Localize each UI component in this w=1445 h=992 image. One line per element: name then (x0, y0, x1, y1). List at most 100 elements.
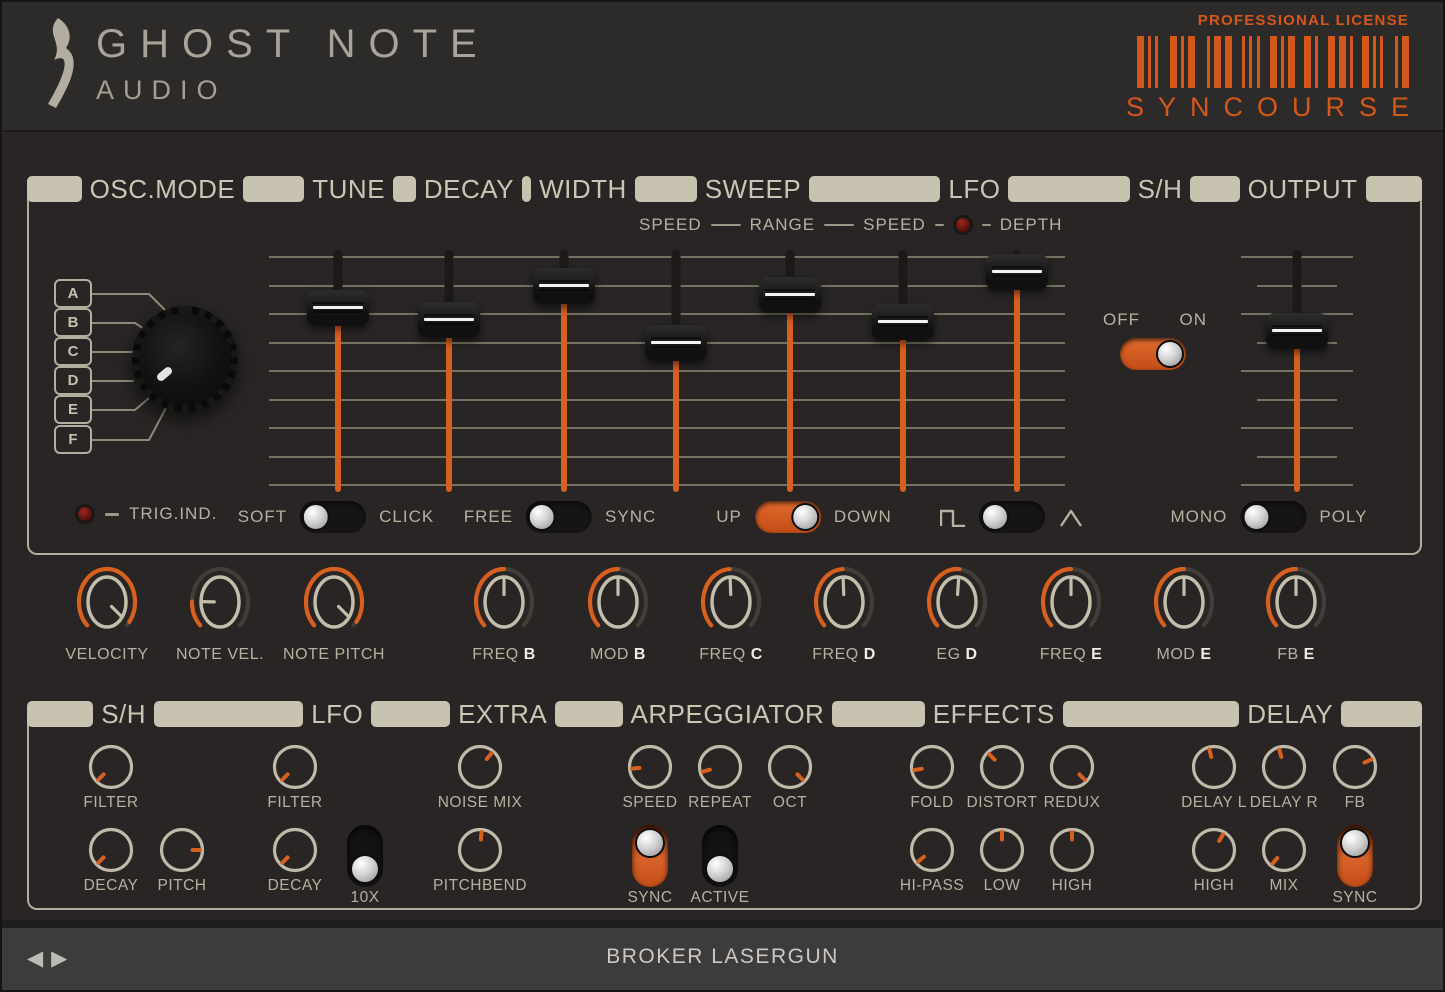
preset-name[interactable]: BROKER LASERGUN (2, 945, 1443, 969)
toggle-thumb[interactable] (302, 503, 330, 531)
toggle-thumb[interactable] (981, 503, 1009, 531)
title-bar: GHOST NOTE AUDIO PROFESSIONAL LICENSE SY… (2, 2, 1443, 132)
toggle-group-sweep-direction: UPDOWN (716, 500, 891, 534)
vtoggle-10x[interactable] (347, 825, 383, 887)
sublabel-depth: DEPTH (1000, 215, 1063, 235)
fader-handle-lfo-speed[interactable] (872, 304, 934, 340)
fader-handle-tune[interactable] (307, 290, 369, 326)
fader-decay (418, 242, 480, 492)
barcode-bar (1207, 36, 1210, 88)
fader-handle-groove (1272, 334, 1322, 336)
knob-pitch[interactable]: PITCH (127, 825, 237, 895)
fader-handle-sweep-speed[interactable] (645, 325, 707, 361)
barcode-bar (1148, 36, 1151, 88)
knob-eg-d[interactable]: EGD (905, 560, 1009, 664)
control-label-noise-mix: NOISE MIX (425, 794, 535, 812)
fader-handle-line (992, 270, 1042, 273)
knob-fb-e[interactable]: FBE (1244, 560, 1348, 664)
trig-led (75, 504, 95, 524)
knob-pitchbend[interactable]: PITCHBEND (425, 825, 535, 895)
fader-track (1014, 272, 1020, 492)
panel1-section-header: OSC.MODETUNEDECAYWIDTHSWEEPLFOS/HOUTPUT (27, 174, 1422, 204)
toggle-10x[interactable]: 10X (310, 825, 420, 907)
toggle-sync[interactable]: SYNC (1300, 825, 1410, 907)
toggle-label-click: CLICK (379, 507, 434, 527)
toggle-thumb[interactable] (528, 503, 556, 531)
toggle-lfo-wave[interactable] (979, 501, 1045, 533)
barcode-bar (1155, 36, 1158, 88)
toggle-soft-click[interactable] (300, 501, 366, 533)
knob-oct[interactable]: OCT (735, 742, 845, 812)
knob-fb[interactable]: FB (1300, 742, 1410, 812)
section-tape-block (154, 701, 303, 727)
knob-label-eg-d: EGD (905, 646, 1009, 664)
fader-handle-sweep-range[interactable] (759, 277, 821, 313)
osc-mode-cell-e[interactable]: E (54, 395, 92, 424)
toggle-mono-poly[interactable] (1240, 501, 1306, 533)
preset-bar: ◀ ▶ BROKER LASERGUN (2, 928, 1443, 990)
power-toggle[interactable] (1120, 338, 1186, 370)
osc-mode-cell-d[interactable]: D (54, 366, 92, 395)
knob-filter[interactable]: FILTER (240, 742, 350, 812)
toggle-thumb[interactable] (1242, 503, 1270, 531)
section-tape-block (832, 701, 924, 727)
knob-freq-e[interactable]: FREQE (1019, 560, 1123, 664)
knob-high[interactable]: HIGH (1017, 825, 1127, 895)
knob-mod-e[interactable]: MODE (1132, 560, 1236, 664)
vtoggle-sync[interactable] (632, 825, 668, 887)
knob-freq-d[interactable]: FREQD (792, 560, 896, 664)
osc-mode-knob[interactable] (132, 306, 238, 412)
toggle-group-lfo-wave (940, 500, 1084, 534)
toggle-thumb[interactable] (1340, 828, 1370, 858)
knob-velocity[interactable]: VELOCITY (55, 560, 159, 664)
fader-handle-groove (765, 289, 815, 291)
fader-handle-width[interactable] (533, 268, 595, 304)
knob-filter[interactable]: FILTER (56, 742, 166, 812)
fader-track (787, 295, 793, 492)
knob-note-vel[interactable]: NOTE VEL. (168, 560, 272, 664)
knob-noise-mix[interactable]: NOISE MIX (425, 742, 535, 812)
knob-mod-b[interactable]: MODB (566, 560, 670, 664)
fader-handle-output-level[interactable] (1266, 313, 1328, 349)
section-label-s-h: S/H (99, 701, 148, 727)
knob-redux[interactable]: REDUX (1017, 742, 1127, 812)
vtoggle-active[interactable] (702, 825, 738, 887)
barcode-bar (1257, 36, 1260, 88)
section-tape-block (1063, 701, 1240, 727)
knob-freq-c[interactable]: FREQC (679, 560, 783, 664)
toggle-thumb[interactable] (635, 828, 665, 858)
sublabel-range: RANGE (750, 215, 815, 235)
knob-label-freq-b: FREQB (452, 646, 556, 664)
osc-mode-cell-b[interactable]: B (54, 308, 92, 337)
barcode-bar (1395, 36, 1398, 88)
toggle-thumb[interactable] (791, 503, 819, 531)
dash (824, 224, 854, 226)
fader-handle-groove (878, 325, 928, 327)
fader-handle-decay[interactable] (418, 302, 480, 338)
power-toggle-thumb[interactable] (1156, 340, 1184, 368)
vtoggle-sync[interactable] (1337, 825, 1373, 887)
toggle-thumb[interactable] (350, 854, 380, 884)
toggle-active[interactable]: ACTIVE (665, 825, 775, 907)
knob-freq-b[interactable]: FREQB (452, 560, 556, 664)
barcode-bar (1339, 36, 1346, 88)
section-tape-block (1341, 701, 1422, 727)
dash (711, 224, 741, 226)
osc-mode-cell-f[interactable]: F (54, 425, 92, 454)
ghost-note-logo-icon (28, 16, 80, 112)
toggle-free-sync[interactable] (526, 501, 592, 533)
barcode-bar (1402, 36, 1409, 88)
sweep-lfo-sublabels: SPEEDRANGESPEEDDEPTH (639, 215, 1062, 235)
toggle-thumb[interactable] (705, 854, 735, 884)
fader-handle-groove (313, 311, 363, 313)
fader-handle-lfo-depth[interactable] (986, 254, 1048, 290)
fader-handle-line (878, 320, 928, 323)
section-tape-block (635, 176, 697, 202)
knob-note-pitch[interactable]: NOTE PITCH (282, 560, 386, 664)
toggle-sweep-direction[interactable] (755, 501, 821, 533)
osc-mode-cell-c[interactable]: C (54, 337, 92, 366)
control-label-pitch: PITCH (127, 877, 237, 895)
barcode-logo (1137, 36, 1409, 88)
dash (935, 224, 944, 226)
osc-mode-cell-a[interactable]: A (54, 279, 92, 308)
